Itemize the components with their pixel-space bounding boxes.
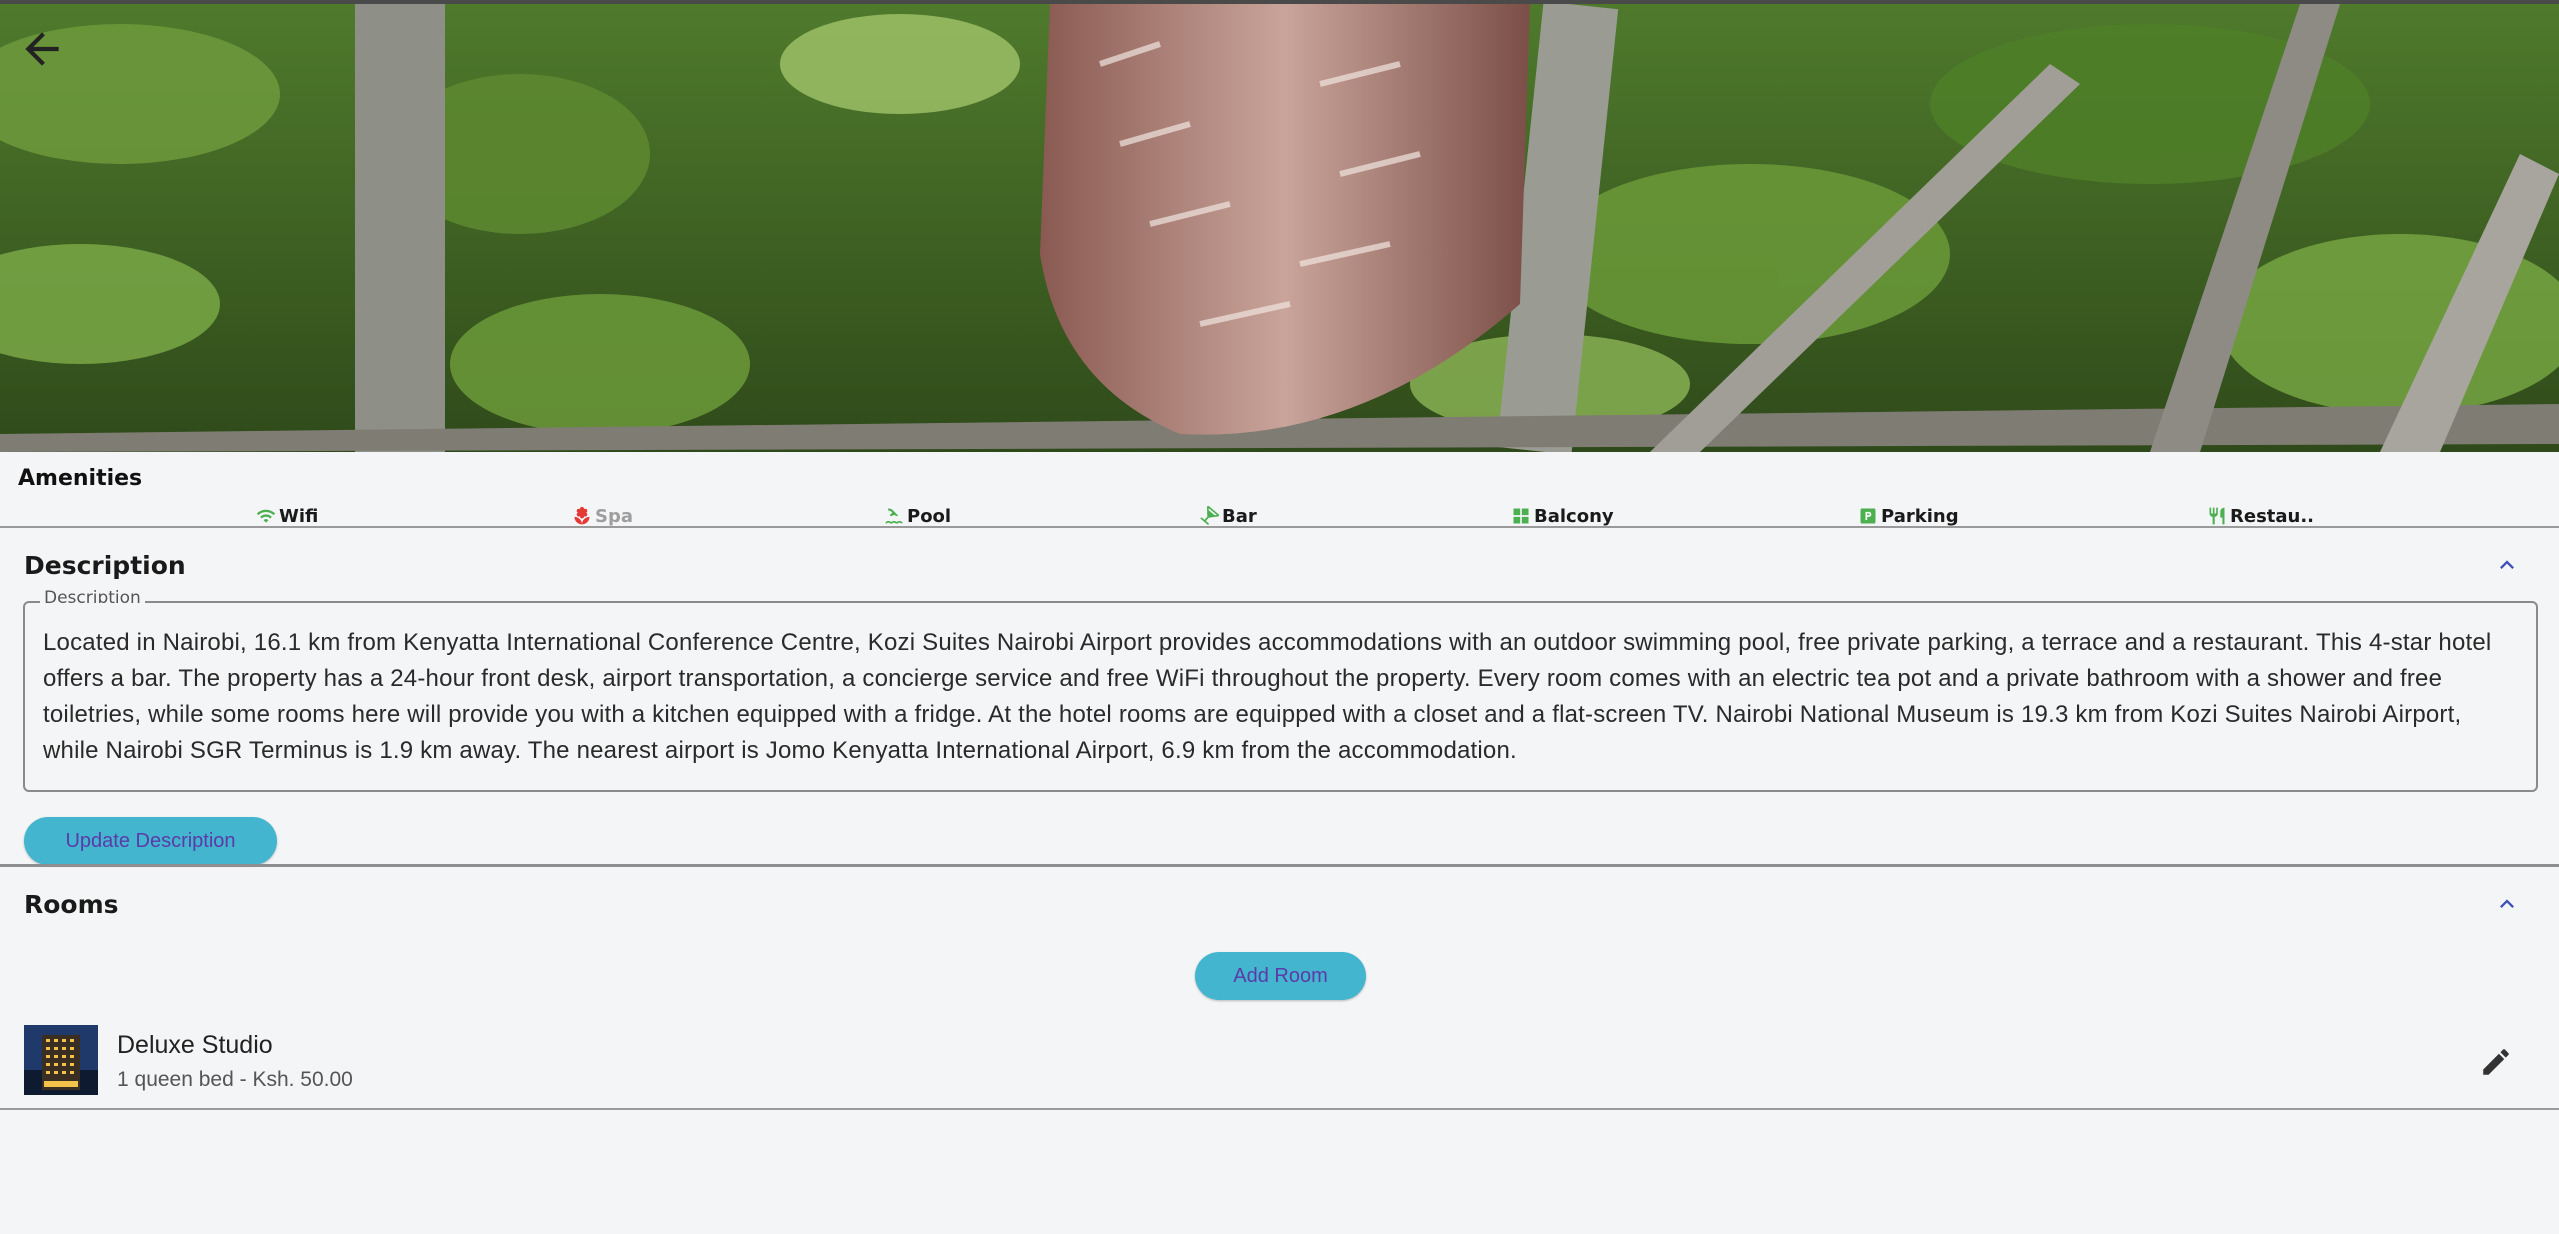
rooms-section-title: Rooms — [24, 890, 119, 919]
divider — [0, 864, 2559, 867]
arrow-back-icon — [25, 32, 59, 66]
divider — [0, 526, 2559, 528]
description-section-title: Description — [24, 551, 186, 580]
pool-icon — [885, 508, 903, 524]
amenity-label: Balcony — [1534, 505, 1614, 527]
update-description-button[interactable]: Update Description — [24, 817, 277, 865]
amenity-label: Spa — [595, 505, 633, 527]
description-text[interactable]: Located in Nairobi, 16.1 km from Kenyatt… — [43, 625, 2518, 769]
room-thumbnail — [24, 1025, 98, 1095]
amenity-label: Restau.. — [2230, 505, 2315, 527]
edit-room-button[interactable] — [2476, 1042, 2516, 1082]
amenity-label: Wifi — [279, 505, 319, 527]
add-room-button[interactable]: Add Room — [1195, 952, 1366, 1000]
spa-icon — [574, 506, 590, 525]
rooms-collapse-button[interactable] — [2489, 886, 2525, 922]
divider — [0, 1108, 2559, 1110]
wifi-icon — [256, 509, 276, 523]
amenities-title: Amenities — [18, 466, 143, 491]
chevron-up-icon — [2500, 560, 2514, 569]
description-collapse-button[interactable] — [2489, 547, 2525, 583]
bar-icon — [1200, 506, 1219, 525]
room-name: Deluxe Studio — [117, 1031, 273, 1059]
back-button[interactable] — [14, 24, 70, 74]
hotel-hero-image — [0, 0, 2559, 452]
amenity-label: Parking — [1881, 505, 1959, 527]
room-details: 1 queen bed - Ksh. 50.00 — [117, 1068, 353, 1091]
description-field[interactable]: Located in Nairobi, 16.1 km from Kenyatt… — [23, 601, 2538, 792]
balcony-icon — [1513, 508, 1529, 524]
parking-icon — [1860, 508, 1876, 524]
restaurant-icon — [2209, 507, 2225, 525]
amenity-label: Pool — [907, 505, 952, 527]
amenity-label: Bar — [1222, 505, 1257, 527]
description-field-label: Description — [40, 589, 145, 603]
edit-icon — [2483, 1049, 2509, 1075]
chevron-up-icon — [2500, 899, 2514, 908]
